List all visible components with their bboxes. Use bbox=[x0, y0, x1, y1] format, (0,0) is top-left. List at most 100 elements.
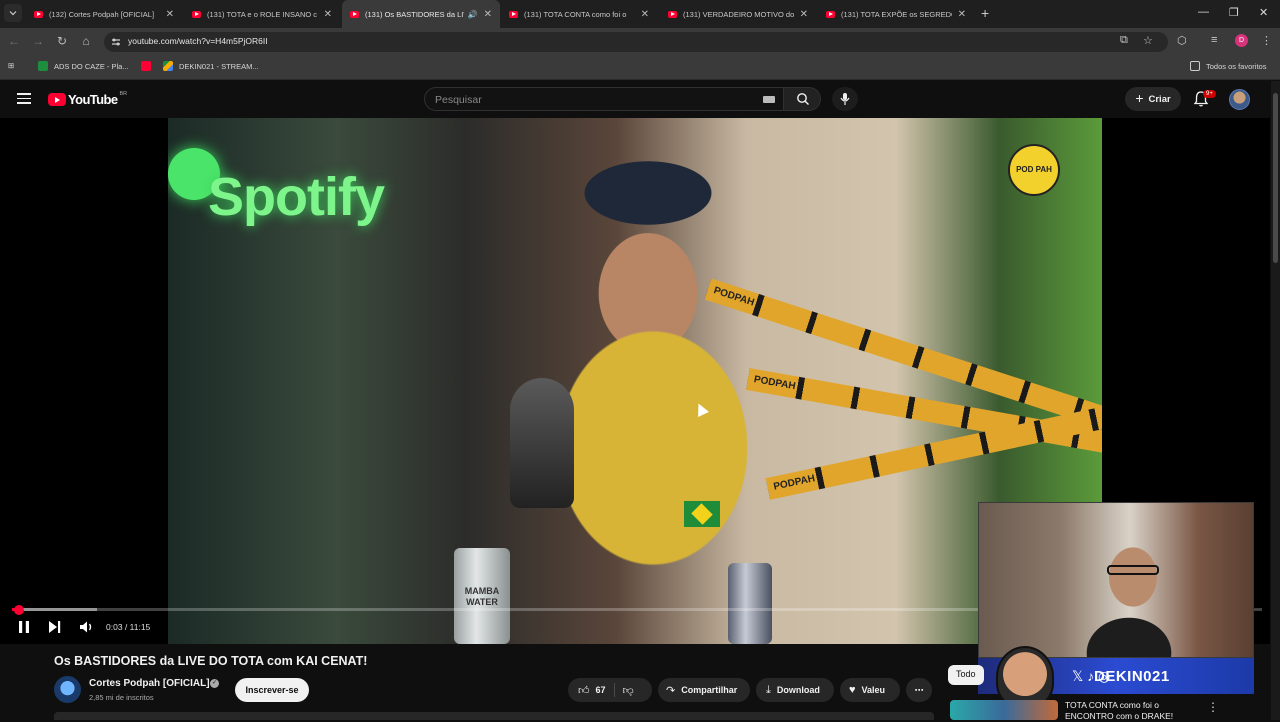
notification-badge: 9+ bbox=[1203, 90, 1216, 98]
share-button[interactable]: ↷ Compartilhar bbox=[658, 678, 750, 702]
profile-avatar[interactable]: D bbox=[1235, 34, 1248, 47]
all-bookmarks-label: Todos os favoritos bbox=[1206, 61, 1267, 71]
bookmarks-bar: ⊞ ADS DO CAZE - Pla... DEKIN021 - STREAM… bbox=[0, 56, 1280, 80]
youtube-favicon-icon bbox=[34, 10, 43, 18]
apps-grid-icon[interactable]: ⊞ bbox=[8, 61, 14, 70]
hamburger-menu-icon[interactable] bbox=[17, 93, 31, 104]
tab-search-button[interactable] bbox=[4, 4, 22, 22]
menu-dots-icon[interactable]: ⋮ bbox=[1261, 34, 1272, 47]
channel-name[interactable]: Cortes Podpah [OFICIAL] bbox=[89, 678, 210, 689]
close-tab-icon[interactable]: ✕ bbox=[958, 9, 966, 20]
youtube-masthead: YouTube BR + Criar bbox=[0, 81, 1280, 118]
browser-tab-strip: (132) Cortes Podpah [OFICIAL] ✕ (131) TO… bbox=[0, 0, 1280, 28]
search-button[interactable] bbox=[783, 87, 821, 111]
close-tab-icon[interactable]: ✕ bbox=[166, 9, 174, 20]
video-frame[interactable]: Spotify POD PAH PODPAH PODPAH PODPAH MAM… bbox=[168, 118, 1102, 644]
home-icon[interactable]: ⌂ bbox=[78, 34, 94, 48]
subscriber-count: 2,85 mi de inscritos bbox=[89, 693, 154, 702]
more-actions-button[interactable]: ⋯ bbox=[906, 678, 932, 702]
browser-tab[interactable]: (131) TOTA e o ROLE INSANO c ✕ bbox=[184, 0, 340, 28]
back-icon[interactable]: ← bbox=[6, 34, 22, 48]
volume-icon[interactable] bbox=[78, 618, 96, 636]
extensions-icon[interactable]: ⬡ bbox=[1177, 34, 1187, 47]
browser-tab[interactable]: (131) TOTA EXPÕE os SEGREDO ✕ bbox=[818, 0, 974, 28]
tab-title: (131) Os BASTIDORES da LIV bbox=[365, 9, 464, 19]
pause-icon[interactable] bbox=[17, 618, 31, 636]
next-video-title[interactable]: TOTA CONTA como foi o ENCONTRO com o DRA… bbox=[1065, 700, 1195, 722]
verified-check-icon: ✓ bbox=[210, 679, 219, 688]
browser-tab[interactable]: (131) VERDADEIRO MOTIVO do ✕ bbox=[660, 0, 816, 28]
media-control-icon[interactable]: ≡ bbox=[1211, 34, 1217, 46]
divider bbox=[613, 683, 615, 697]
create-button[interactable]: + Criar bbox=[1125, 87, 1181, 111]
time-display: 0:03 / 11:15 bbox=[106, 622, 151, 632]
minimize-icon[interactable]: — bbox=[1198, 6, 1209, 18]
url-text[interactable]: youtube.com/watch?v=H4m5PjOR6II bbox=[128, 36, 268, 46]
more-vert-icon[interactable]: ⋮ bbox=[1207, 700, 1219, 714]
logo-wordmark: YouTube bbox=[68, 92, 118, 107]
bookmark-item[interactable] bbox=[141, 61, 157, 71]
download-button[interactable]: ⤓ Download bbox=[756, 678, 834, 702]
speaker-icon[interactable]: 🔊 bbox=[468, 10, 478, 19]
channel-avatar[interactable] bbox=[54, 676, 81, 703]
next-video-icon[interactable] bbox=[47, 618, 63, 636]
next-video-thumbnail[interactable] bbox=[950, 700, 1058, 720]
more-dots-icon: ⋯ bbox=[914, 684, 924, 695]
like-button[interactable]: 👍︎ 67 bbox=[578, 684, 606, 697]
restore-icon[interactable]: ❐ bbox=[1229, 6, 1239, 19]
share-icon: ↷ bbox=[666, 684, 676, 697]
browser-tab[interactable]: (132) Cortes Podpah [OFICIAL] ✕ bbox=[26, 0, 182, 28]
page-scrollbar[interactable] bbox=[1271, 81, 1280, 720]
can-label: MAMBA WATER bbox=[464, 586, 500, 607]
like-dislike-group: 👍︎ 67 👎︎ bbox=[568, 678, 652, 702]
mouse-cursor-icon bbox=[693, 401, 709, 417]
close-tab-icon[interactable]: ✕ bbox=[324, 9, 332, 20]
buffered-bar bbox=[12, 608, 97, 611]
spotify-neon-sign: Spotify bbox=[208, 167, 385, 227]
scrollbar-thumb[interactable] bbox=[1273, 93, 1278, 263]
close-tab-icon[interactable]: ✕ bbox=[484, 9, 492, 20]
reload-icon[interactable]: ↻ bbox=[54, 34, 70, 48]
forward-icon[interactable]: → bbox=[30, 34, 46, 48]
address-bar[interactable]: youtube.com/watch?v=H4m5PjOR6II bbox=[104, 32, 1168, 52]
close-window-icon[interactable]: ✕ bbox=[1259, 6, 1268, 19]
folder-icon bbox=[1190, 61, 1200, 71]
all-bookmarks-button[interactable]: Todos os favoritos bbox=[1190, 61, 1266, 71]
scrubber-handle[interactable] bbox=[13, 604, 24, 615]
keyboard-icon[interactable] bbox=[763, 96, 775, 103]
thanks-button[interactable]: ♥ Valeu bbox=[840, 678, 900, 702]
caution-tape: PODPAH bbox=[746, 368, 1102, 456]
search-input[interactable] bbox=[435, 92, 755, 107]
glasses-shape bbox=[1107, 565, 1159, 575]
youtube-play-icon bbox=[48, 93, 66, 106]
bookmark-star-icon[interactable]: ☆ bbox=[1143, 34, 1153, 47]
sheets-icon bbox=[38, 61, 48, 71]
microphone-icon bbox=[840, 93, 850, 105]
close-tab-icon[interactable]: ✕ bbox=[800, 9, 808, 20]
drive-icon bbox=[163, 61, 173, 71]
bookmark-item[interactable]: ADS DO CAZE - Pla... bbox=[38, 61, 129, 71]
close-tab-icon[interactable]: ✕ bbox=[641, 9, 649, 20]
description-box[interactable] bbox=[54, 712, 934, 720]
subscribe-button[interactable]: Inscrever-se bbox=[235, 678, 309, 702]
site-info-icon[interactable] bbox=[110, 36, 122, 48]
browser-tab-active[interactable]: (131) Os BASTIDORES da LIV 🔊 ✕ bbox=[342, 0, 500, 28]
search-box[interactable] bbox=[424, 87, 784, 111]
new-tab-icon[interactable]: + bbox=[981, 5, 989, 21]
youtube-favicon-icon bbox=[668, 10, 677, 18]
account-avatar[interactable] bbox=[1229, 89, 1250, 110]
webcam-overlay bbox=[978, 502, 1254, 658]
like-count: 67 bbox=[595, 685, 606, 695]
chevron-down-icon bbox=[9, 11, 17, 16]
install-app-icon[interactable]: ⧉ bbox=[1120, 34, 1128, 47]
filter-chip-all[interactable]: Todo bbox=[948, 665, 984, 685]
youtube-logo[interactable]: YouTube BR bbox=[48, 91, 127, 107]
streamer-name: DEKIN021 bbox=[1094, 668, 1170, 685]
bookmark-label: DEKIN021 - STREAM... bbox=[179, 61, 259, 71]
youtube-icon bbox=[141, 61, 151, 71]
bookmark-item[interactable]: DEKIN021 - STREAM... bbox=[163, 61, 259, 71]
thumbs-down-icon[interactable]: 👎︎ bbox=[623, 684, 634, 697]
bookmark-label: ADS DO CAZE - Pla... bbox=[54, 61, 129, 71]
voice-search-button[interactable] bbox=[832, 87, 858, 111]
browser-tab[interactable]: (131) TOTA CONTA como foi o ✕ bbox=[501, 0, 657, 28]
